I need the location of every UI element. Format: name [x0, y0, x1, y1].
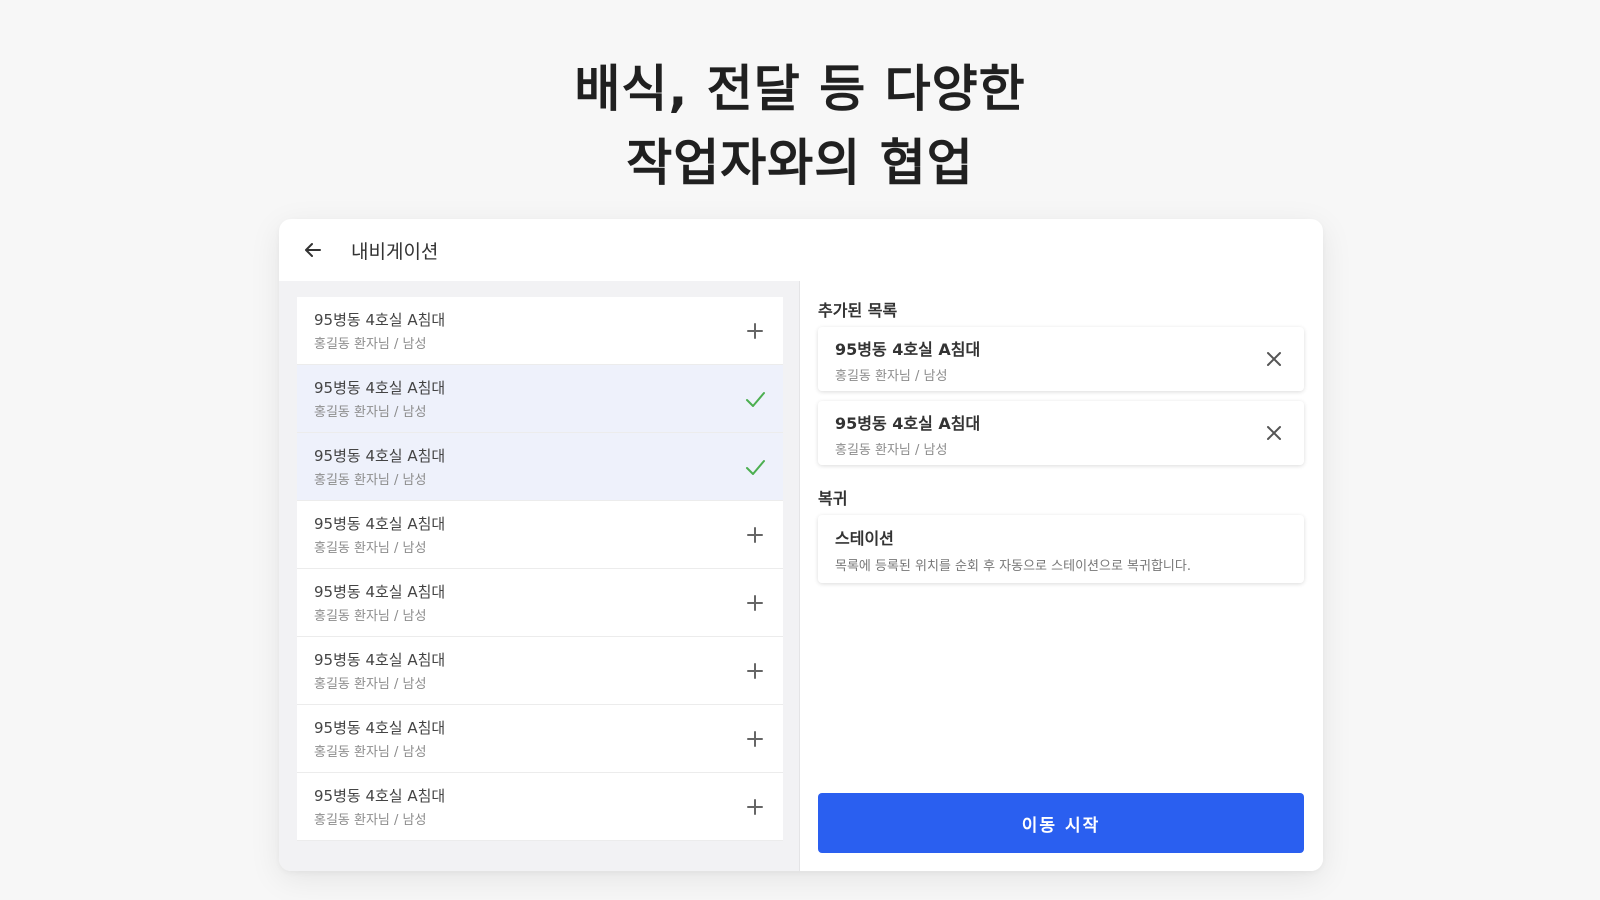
add-button[interactable]: [741, 521, 769, 549]
list-item[interactable]: 95병동 4호실 A침대 홍길동 환자님 / 남성: [297, 297, 783, 365]
back-button[interactable]: [299, 236, 327, 264]
plus-icon: [747, 595, 763, 611]
app-header: 내비게이션: [279, 219, 1323, 281]
add-button[interactable]: [741, 657, 769, 685]
remove-button[interactable]: [1260, 345, 1288, 373]
added-item-subtitle: 홍길동 환자님 / 남성: [835, 369, 948, 384]
added-item-title: 95병동 4호실 A침대: [835, 414, 981, 433]
promo-headline: 배식, 전달 등 다양한 작업자와의 협업: [0, 52, 1600, 200]
destination-list-pane: 95병동 4호실 A침대 홍길동 환자님 / 남성 95병동 4호실 A침대 홍…: [279, 281, 800, 871]
added-item-card: 95병동 4호실 A침대 홍길동 환자님 / 남성: [818, 401, 1304, 465]
station-description: 목록에 등록된 위치를 순회 후 자동으로 스테이션으로 복귀합니다.: [835, 559, 1191, 574]
destination-list: 95병동 4호실 A침대 홍길동 환자님 / 남성 95병동 4호실 A침대 홍…: [297, 297, 783, 841]
headline-line-1: 배식, 전달 등 다양한: [574, 60, 1026, 118]
list-item-subtitle: 홍길동 환자님 / 남성: [314, 677, 427, 692]
add-button[interactable]: [741, 725, 769, 753]
check-icon: [746, 392, 765, 407]
list-item-subtitle: 홍길동 환자님 / 남성: [314, 813, 427, 828]
list-item-subtitle: 홍길동 환자님 / 남성: [314, 745, 427, 760]
list-item-title: 95병동 4호실 A침대: [314, 719, 446, 737]
list-item-title: 95병동 4호실 A침대: [314, 583, 446, 601]
return-heading: 복귀: [818, 489, 848, 508]
route-summary-pane: 추가된 목록 95병동 4호실 A침대 홍길동 환자님 / 남성 95병동 4호…: [800, 281, 1323, 871]
list-item[interactable]: 95병동 4호실 A침대 홍길동 환자님 / 남성: [297, 773, 783, 841]
start-navigation-button[interactable]: 이동 시작: [818, 793, 1304, 853]
selected-check[interactable]: [741, 453, 769, 481]
added-list-heading: 추가된 목록: [818, 301, 898, 320]
list-item[interactable]: 95병동 4호실 A침대 홍길동 환자님 / 남성: [297, 637, 783, 705]
list-item[interactable]: 95병동 4호실 A침대 홍길동 환자님 / 남성: [297, 433, 783, 501]
page-title: 내비게이션: [351, 240, 439, 263]
list-item[interactable]: 95병동 4호실 A침대 홍길동 환자님 / 남성: [297, 569, 783, 637]
plus-icon: [747, 323, 763, 339]
headline-line-2: 작업자와의 협업: [626, 134, 974, 192]
close-icon: [1267, 352, 1281, 366]
list-item[interactable]: 95병동 4호실 A침대 홍길동 환자님 / 남성: [297, 365, 783, 433]
list-item-subtitle: 홍길동 환자님 / 남성: [314, 541, 427, 556]
list-item-subtitle: 홍길동 환자님 / 남성: [314, 609, 427, 624]
station-card[interactable]: 스테이션 목록에 등록된 위치를 순회 후 자동으로 스테이션으로 복귀합니다.: [818, 515, 1304, 583]
selected-check[interactable]: [741, 385, 769, 413]
plus-icon: [747, 731, 763, 747]
list-item-title: 95병동 4호실 A침대: [314, 311, 446, 329]
plus-icon: [747, 527, 763, 543]
remove-button[interactable]: [1260, 419, 1288, 447]
add-button[interactable]: [741, 589, 769, 617]
add-button[interactable]: [741, 317, 769, 345]
list-item-title: 95병동 4호실 A침대: [314, 447, 446, 465]
list-item-subtitle: 홍길동 환자님 / 남성: [314, 473, 427, 488]
list-item-title: 95병동 4호실 A침대: [314, 379, 446, 397]
list-item[interactable]: 95병동 4호실 A침대 홍길동 환자님 / 남성: [297, 705, 783, 773]
list-item-subtitle: 홍길동 환자님 / 남성: [314, 337, 427, 352]
plus-icon: [747, 799, 763, 815]
check-icon: [746, 460, 765, 475]
station-title: 스테이션: [835, 529, 894, 548]
navigation-app-window: 내비게이션 95병동 4호실 A침대 홍길동 환자님 / 남성 95병동 4호실…: [279, 219, 1323, 871]
list-item-title: 95병동 4호실 A침대: [314, 787, 446, 805]
list-item-title: 95병동 4호실 A침대: [314, 651, 446, 669]
arrow-left-icon: [305, 243, 321, 257]
added-item-subtitle: 홍길동 환자님 / 남성: [835, 443, 948, 458]
list-item[interactable]: 95병동 4호실 A침대 홍길동 환자님 / 남성: [297, 501, 783, 569]
added-item-title: 95병동 4호실 A침대: [835, 340, 981, 359]
close-icon: [1267, 426, 1281, 440]
list-item-title: 95병동 4호실 A침대: [314, 515, 446, 533]
add-button[interactable]: [741, 793, 769, 821]
list-item-subtitle: 홍길동 환자님 / 남성: [314, 405, 427, 420]
added-item-card: 95병동 4호실 A침대 홍길동 환자님 / 남성: [818, 327, 1304, 391]
plus-icon: [747, 663, 763, 679]
